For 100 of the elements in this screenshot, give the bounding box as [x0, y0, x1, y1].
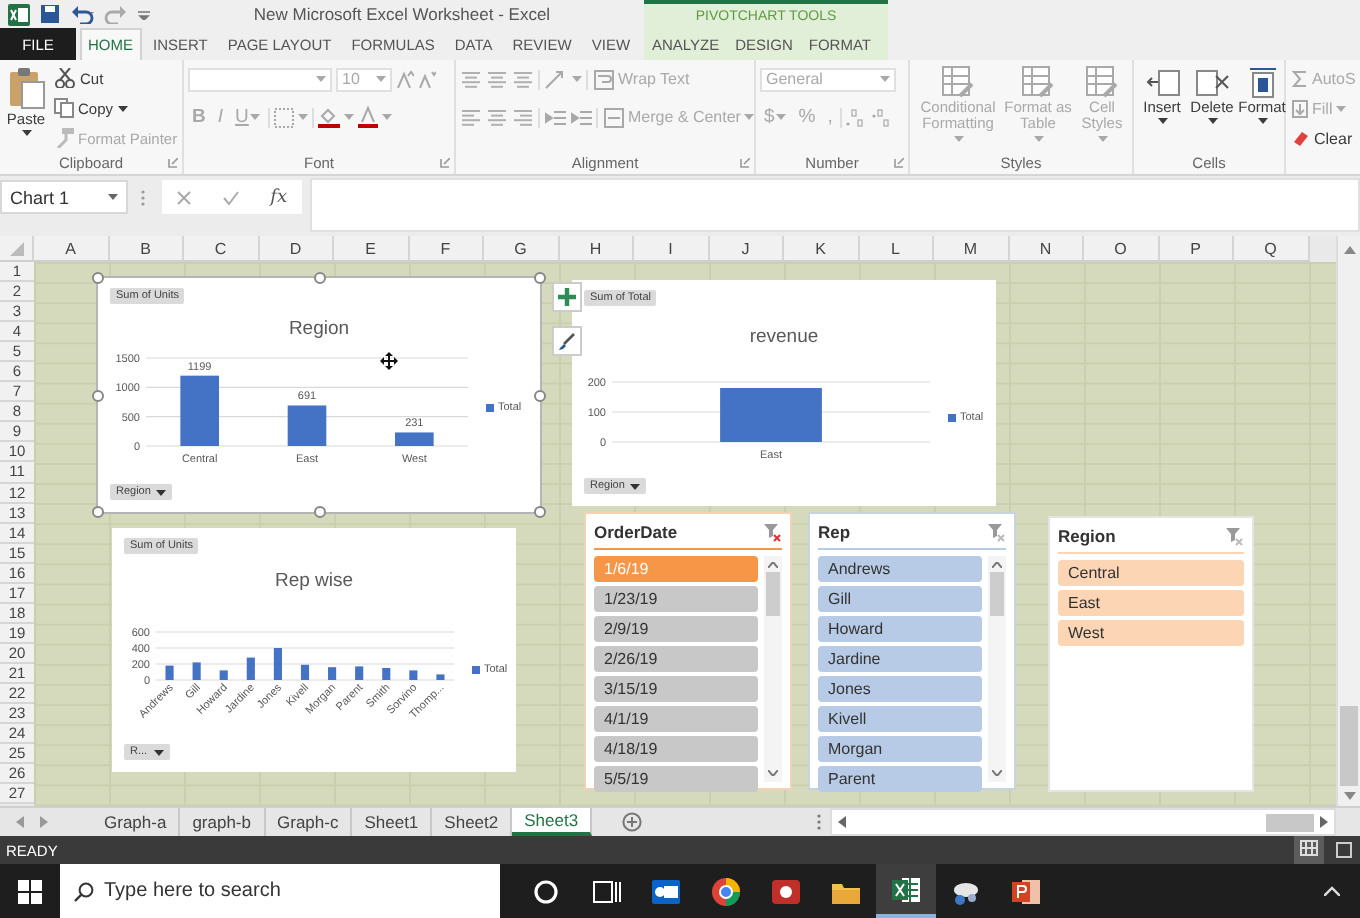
scrollbar-thumb[interactable]	[1340, 706, 1358, 786]
clear-filter-icon[interactable]	[988, 523, 1006, 541]
scroll-down-icon[interactable]	[768, 770, 778, 776]
scrollbar[interactable]	[988, 556, 1006, 782]
legend-marker-icon	[486, 404, 494, 412]
column-header[interactable]: B	[109, 236, 184, 262]
column-header[interactable]: M	[934, 236, 1009, 262]
column-header[interactable]: F	[409, 236, 484, 262]
dialog-launcher-icon[interactable]	[740, 158, 750, 168]
scroll-right-icon[interactable]	[1320, 816, 1328, 828]
windows-icon[interactable]	[18, 879, 42, 903]
scroll-up-icon[interactable]	[1343, 246, 1355, 254]
slicer-item[interactable]: Kivell	[818, 706, 982, 732]
taskbar-button[interactable]	[876, 864, 936, 918]
undo-icon[interactable]	[70, 4, 94, 24]
selection-handle[interactable]	[92, 389, 104, 401]
cancel-icon[interactable]	[176, 189, 193, 205]
scrollbar-thumb[interactable]	[766, 572, 780, 616]
scroll-left-icon[interactable]	[838, 816, 846, 828]
scrollbar[interactable]	[830, 808, 1336, 836]
slicer-item[interactable]: Gill	[818, 586, 982, 612]
selection-handle[interactable]	[534, 389, 546, 401]
search-field[interactable]: Type here to search	[60, 864, 500, 918]
dialog-launcher-icon[interactable]	[894, 158, 904, 168]
table-style-icon	[942, 66, 974, 98]
redo-icon[interactable]	[104, 4, 128, 24]
column-header[interactable]: O	[1084, 236, 1159, 262]
column-header[interactable]: P	[1159, 236, 1234, 262]
formula-field[interactable]	[310, 178, 1360, 232]
selection-handle[interactable]	[313, 506, 325, 518]
caret-icon	[382, 114, 393, 120]
caret-icon	[298, 114, 309, 120]
page-layout-icon[interactable]	[1336, 842, 1352, 858]
clear-filter-icon[interactable]	[764, 523, 782, 541]
add-sheet-icon[interactable]	[622, 812, 643, 832]
column-header[interactable]: L	[859, 236, 934, 262]
scrollbar-thumb[interactable]	[990, 572, 1004, 616]
column-header[interactable]: Q	[1234, 236, 1309, 262]
selection-handle[interactable]	[534, 272, 546, 284]
column-header[interactable]: H	[559, 236, 634, 262]
slicer-item[interactable]: 3/15/19	[594, 676, 758, 702]
column-header[interactable]: D	[259, 236, 334, 262]
cell-grid[interactable]	[34, 262, 1336, 806]
slicer-item[interactable]: 4/1/19	[594, 706, 758, 732]
slicer-item[interactable]: 4/18/19	[594, 736, 758, 762]
slicer-item[interactable]: Morgan	[818, 736, 982, 762]
selection-handle[interactable]	[92, 506, 104, 518]
column-header[interactable]: G	[484, 236, 559, 262]
slicer-item[interactable]: Andrews	[818, 556, 982, 582]
slicer-item[interactable]: 2/26/19	[594, 646, 758, 672]
column-header[interactable]: A	[34, 236, 109, 262]
dialog-launcher-icon[interactable]	[168, 158, 178, 168]
column-header[interactable]: N	[1009, 236, 1084, 262]
column-header[interactable]: C	[184, 236, 259, 262]
scroll-up-icon[interactable]	[992, 562, 1002, 568]
slicer-item[interactable]: 2/9/19	[594, 616, 758, 642]
scroll-down-icon[interactable]	[1343, 792, 1355, 800]
slicer-item[interactable]: 1/23/19	[594, 586, 758, 612]
clear-button[interactable]: Clear	[1290, 124, 1358, 152]
insert-function-button[interactable]: fx	[270, 187, 288, 207]
selection-handle[interactable]	[313, 272, 325, 284]
name-box[interactable]: Chart 1	[0, 180, 128, 214]
column-header[interactable]: J	[709, 236, 784, 262]
splitter-icon[interactable]	[816, 814, 822, 830]
slicer-item[interactable]: East	[1058, 590, 1244, 616]
column-header[interactable]: E	[334, 236, 409, 262]
chart-styles-button[interactable]	[552, 326, 582, 356]
legend-marker-icon	[472, 666, 480, 674]
column-header[interactable]: K	[784, 236, 859, 262]
chevron-up-icon[interactable]	[1324, 886, 1340, 896]
column-header[interactable]: I	[634, 236, 709, 262]
sheet-tab[interactable]: Sheet3	[512, 808, 593, 836]
scrollbar[interactable]	[1336, 236, 1360, 806]
selection-handle[interactable]	[92, 272, 104, 284]
dialog-launcher-icon[interactable]	[440, 158, 450, 168]
slicer-item[interactable]: Howard	[818, 616, 982, 642]
caret-icon	[117, 105, 128, 111]
enter-icon[interactable]	[222, 189, 241, 205]
caret-icon	[953, 135, 963, 141]
scrollbar[interactable]	[764, 556, 782, 782]
customize-icon[interactable]	[138, 9, 150, 19]
slicer-item[interactable]: Central	[1058, 560, 1244, 586]
drag-handle-icon[interactable]	[140, 188, 146, 208]
slicer-item[interactable]: 5/5/19	[594, 766, 758, 792]
scroll-up-icon[interactable]	[768, 562, 778, 568]
caret-icon	[744, 114, 755, 120]
slicer-item[interactable]: Parent	[818, 766, 982, 792]
slicer-item[interactable]: Jones	[818, 676, 982, 702]
bar	[436, 674, 445, 680]
plus-icon	[558, 288, 576, 306]
selection-handle[interactable]	[534, 506, 546, 518]
normal-view-button[interactable]	[1294, 836, 1324, 864]
spreadsheet-icon[interactable]	[8, 3, 30, 25]
clear-filter-icon[interactable]	[1226, 527, 1244, 545]
slicer-item[interactable]: West	[1058, 620, 1244, 646]
chart-elements-button[interactable]	[552, 282, 582, 312]
save-icon[interactable]	[40, 4, 60, 24]
slicer-item[interactable]: Jardine	[818, 646, 982, 672]
scroll-down-icon[interactable]	[992, 770, 1002, 776]
scrollbar-thumb[interactable]	[1266, 813, 1314, 831]
